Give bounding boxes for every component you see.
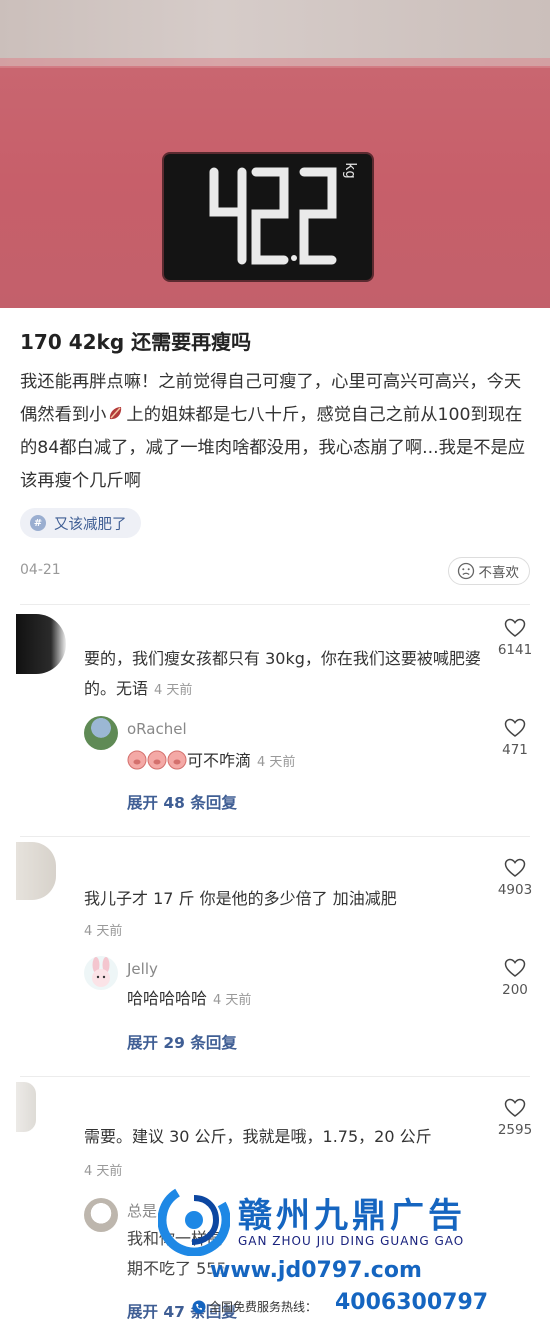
scale-display: kg [164, 154, 372, 280]
comment-body: 我儿子才 17 斤 你是他的多少倍了 加油减肥 [84, 889, 397, 908]
heart-icon [504, 1098, 526, 1117]
like-button[interactable]: 2595 [490, 1098, 540, 1138]
hashtag-icon: # [30, 515, 46, 531]
like-count: 6141 [497, 642, 533, 658]
topic-tag[interactable]: # 又该减肥了 [20, 508, 141, 538]
pig-emoji-icon [127, 750, 187, 770]
avatar[interactable] [16, 842, 56, 900]
like-count: 4903 [497, 882, 533, 898]
photo-wall [0, 0, 550, 66]
reply-text: 可不咋滴 4 天前 [127, 746, 295, 778]
watermark-hotline-label: 全国免费服务热线： [209, 1300, 318, 1314]
scale-edge [0, 58, 550, 68]
like-count: 471 [502, 742, 528, 758]
heart-icon [504, 958, 526, 977]
reply-body: 可不咋滴 [187, 751, 252, 770]
dislike-label: 不喜欢 [478, 565, 520, 581]
post-photo[interactable]: kg [0, 0, 550, 308]
reply-like-button[interactable]: 471 [490, 718, 540, 758]
reply-text: 哈哈哈哈哈 4 天前 [127, 984, 251, 1016]
comment-time: 4 天前 [154, 683, 193, 698]
scale-unit: kg [342, 162, 358, 179]
phone-icon [192, 1300, 206, 1313]
like-button[interactable]: 6141 [490, 618, 540, 658]
comment-time: 4 天前 [84, 1164, 123, 1179]
watermark-url: www.jd0797.com [210, 1258, 422, 1283]
avatar[interactable] [16, 614, 66, 674]
scale-reading-digits [209, 167, 337, 265]
heart-icon [504, 718, 526, 737]
watermark-company-name: 赣州九鼎广告 [238, 1196, 466, 1236]
post-date: 04-21 [20, 562, 61, 578]
avatar[interactable] [16, 1082, 36, 1132]
comment-text: 要的，我们瘦女孩都只有 30kg，你在我们这要被喊肥婆的。无语 4 天前 [84, 644, 484, 706]
comment-body: 要的，我们瘦女孩都只有 30kg，你在我们这要被喊肥婆的。无语 [84, 649, 481, 698]
post-body: 我还能再胖点嘛！之前觉得自己可瘦了，心里可高兴可高兴，今天偶然看到小 上的姐妹都是… [20, 366, 535, 498]
reply-avatar[interactable] [84, 716, 118, 750]
bunny-avatar-icon [92, 957, 110, 987]
divider [20, 604, 530, 605]
reply-body: 哈哈哈哈哈 [127, 989, 208, 1008]
reply-avatar[interactable] [84, 956, 118, 990]
expand-replies-button[interactable]: 展开 29 条回复 [127, 1031, 237, 1053]
app-logo-icon [110, 407, 122, 420]
like-count: 2595 [497, 1122, 533, 1138]
dislike-button[interactable]: 不喜欢 [447, 557, 530, 585]
reply-username[interactable]: oRachel [127, 720, 187, 738]
expand-replies-button[interactable]: 展开 48 条回复 [127, 791, 237, 813]
watermark-phone: 4006300797 [335, 1290, 489, 1315]
post-title: 170 42kg 还需要再瘦吗 [20, 330, 252, 354]
frown-face-icon [457, 562, 474, 580]
watermark-hotline: 全国免费服务热线： [192, 1298, 317, 1315]
reply-time: 4 天前 [257, 755, 296, 770]
heart-icon [504, 618, 526, 637]
like-count: 200 [502, 982, 528, 998]
reply-like-button[interactable]: 200 [490, 958, 540, 998]
like-button[interactable]: 4903 [490, 858, 540, 898]
divider [20, 836, 530, 837]
watermark-pinyin: GAN ZHOU JIU DING GUANG GAO [238, 1234, 465, 1248]
reply-time: 4 天前 [213, 993, 252, 1008]
comment-body: 需要。建议 30 公斤，我就是哦，1.75，20 公斤 [84, 1127, 432, 1146]
reply-username[interactable]: Jelly [127, 960, 158, 978]
company-logo-icon [158, 1184, 230, 1256]
heart-icon [504, 858, 526, 877]
watermark: 赣州九鼎广告 GAN ZHOU JIU DING GUANG GAO www.j… [0, 1180, 550, 1326]
comment-time: 4 天前 [84, 924, 123, 939]
topic-tag-label: 又该减肥了 [54, 516, 127, 533]
divider [20, 1076, 530, 1077]
